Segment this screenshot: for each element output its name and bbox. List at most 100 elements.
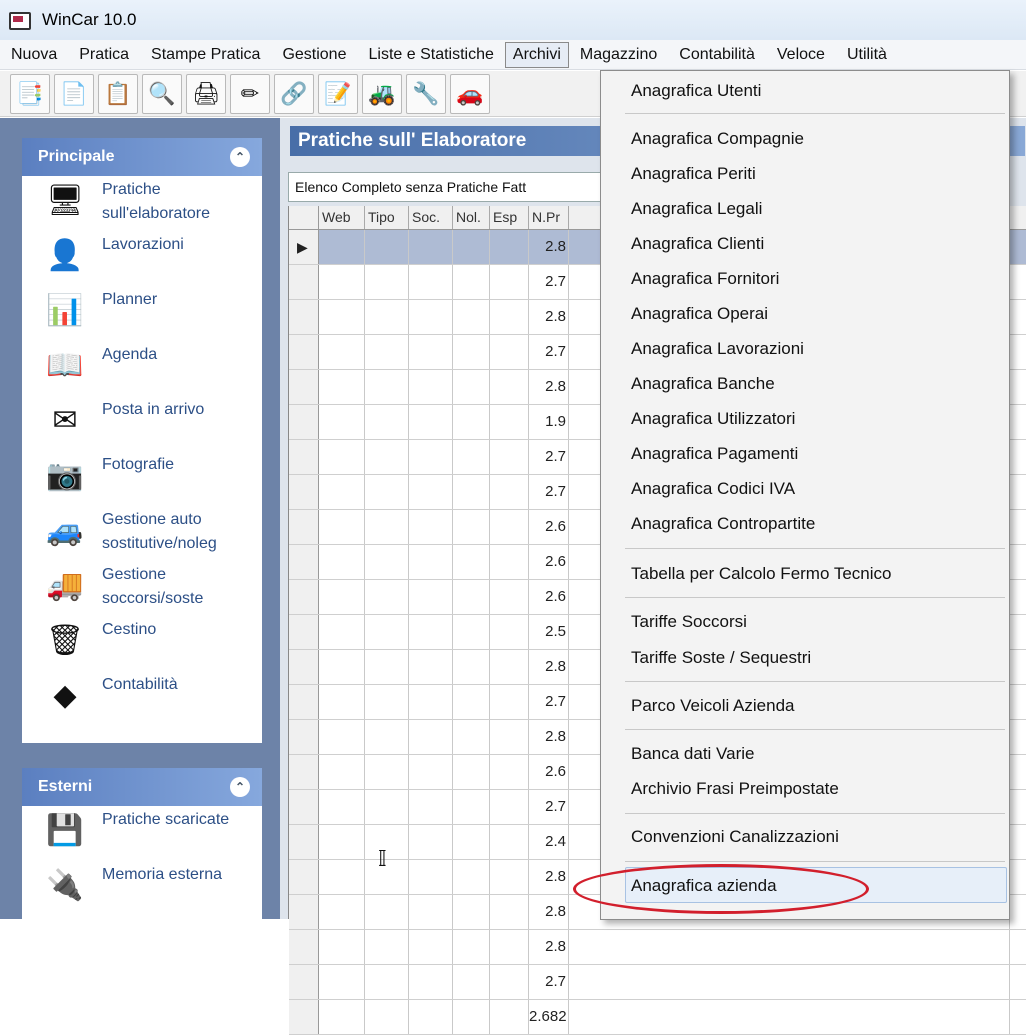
collapse-icon[interactable]: ⌃	[230, 147, 250, 167]
sidebar-item-label: Memoria esterna	[102, 866, 223, 883]
cell	[453, 685, 490, 719]
sidebar-item-contabilita[interactable]: ◆ Contabilità	[22, 671, 262, 726]
collapse-icon[interactable]: ⌃	[230, 777, 250, 797]
cell-npratica: 2.8	[529, 720, 569, 754]
cell-tail: /09/2012 ALFA ROMEO 15	[569, 1000, 1010, 1034]
table-row[interactable]: 2.82	[289, 930, 1026, 965]
panel-principale-header[interactable]: Principale ⌃	[22, 138, 262, 176]
panel-esterni-header[interactable]: Esterni ⌃	[22, 768, 262, 806]
sidebar-item-soccorsi[interactable]: 🚚 Gestione soccorsi/soste	[22, 561, 262, 616]
menu-nuova[interactable]: Nuova	[0, 40, 68, 70]
table-row[interactable]: 2.682/09/2012 ALFA ROMEO 15	[289, 1000, 1026, 1035]
sidebar-item-auto-sostitutive[interactable]: 🚙 Gestione auto sostitutive/noleg	[22, 506, 262, 561]
menu-veloce[interactable]: Veloce	[766, 40, 836, 70]
sidebar-item-posta[interactable]: ✉ Posta in arrivo	[22, 396, 262, 451]
menu-item-anagrafica-codici-iva[interactable]: Anagrafica Codici IVA	[631, 479, 795, 499]
sidebar-item-fotografie[interactable]: 📷 Fotografie	[22, 451, 262, 506]
sidebar-item-label: Posta in arrivo	[102, 401, 205, 418]
row-selector	[289, 510, 319, 544]
filter-select[interactable]: Elenco Completo senza Pratiche Fatt	[288, 172, 608, 202]
page-icon[interactable]: 📄	[54, 73, 94, 114]
menu-item-anagrafica-contropartite[interactable]: Anagrafica Contropartite	[631, 514, 815, 534]
cell	[319, 335, 365, 369]
cell	[453, 965, 490, 999]
edit-icon[interactable]: 📝	[318, 73, 358, 114]
usb-icon: 🔌	[46, 868, 84, 902]
menu-item-tariffe-soste[interactable]: Tariffe Soste / Sequestri	[631, 648, 811, 668]
column-header[interactable]: Web	[319, 206, 365, 229]
menu-item-anagrafica-compagnie[interactable]: Anagrafica Compagnie	[631, 129, 804, 149]
row-selector	[289, 825, 319, 859]
menu-contabilita[interactable]: Contabilità	[668, 40, 766, 70]
menu-gestione[interactable]: Gestione	[271, 40, 357, 70]
menu-stampe-pratica[interactable]: Stampe Pratica	[140, 40, 271, 70]
menu-item-parco-veicoli[interactable]: Parco Veicoli Azienda	[631, 696, 795, 716]
cell	[490, 965, 529, 999]
cell	[319, 755, 365, 789]
column-header[interactable]: Nol.	[453, 206, 490, 229]
cell	[453, 405, 490, 439]
menu-item-banca-dati-varie[interactable]: Banca dati Varie	[631, 744, 754, 764]
cell	[319, 930, 365, 964]
menu-item-anagrafica-banche[interactable]: Anagrafica Banche	[631, 374, 775, 394]
menu-item-anagrafica-clienti[interactable]: Anagrafica Clienti	[631, 234, 764, 254]
printer-icon[interactable]: 🖨	[186, 73, 226, 114]
column-header[interactable]: N.Pr	[529, 206, 569, 229]
table-row[interactable]: 2.75	[289, 965, 1026, 1000]
menu-item-archivio-frasi[interactable]: Archivio Frasi Preimpostate	[631, 779, 839, 799]
column-header[interactable]: Soc.	[409, 206, 453, 229]
cell	[409, 370, 453, 404]
cell	[490, 825, 529, 859]
cell	[490, 685, 529, 719]
cell	[365, 895, 409, 929]
car-icon[interactable]: 🚗	[450, 73, 490, 114]
menu-item-anagrafica-pagamenti[interactable]: Anagrafica Pagamenti	[631, 444, 798, 464]
preview-icon[interactable]: 🔍	[142, 73, 182, 114]
cell	[365, 440, 409, 474]
menu-item-calcolo-fermo-tecnico[interactable]: Tabella per Calcolo Fermo Tecnico	[631, 564, 891, 584]
column-header[interactable]: Esp	[490, 206, 529, 229]
tow-icon[interactable]: 🚜	[362, 73, 402, 114]
copy-icon[interactable]: 📋	[98, 73, 138, 114]
sidebar-item-agenda[interactable]: 📖 Agenda	[22, 341, 262, 396]
sidebar-item-pratiche[interactable]: 🖥 Pratiche sull'elaboratore	[22, 176, 262, 231]
cell	[490, 300, 529, 334]
menu-item-anagrafica-lavorazioni[interactable]: Anagrafica Lavorazioni	[631, 339, 804, 359]
menu-item-convenzioni[interactable]: Convenzioni Canalizzazioni	[631, 827, 839, 847]
doc-icon[interactable]: 📑	[10, 73, 50, 114]
tow-truck-icon: 🚚	[46, 568, 84, 602]
column-header[interactable]: Tipo	[365, 206, 409, 229]
menu-item-anagrafica-operai[interactable]: Anagrafica Operai	[631, 304, 768, 324]
menu-item-anagrafica-legali[interactable]: Anagrafica Legali	[631, 199, 762, 219]
menu-item-anagrafica-utenti[interactable]: Anagrafica Utenti	[631, 81, 761, 101]
cell	[365, 370, 409, 404]
tree-icon[interactable]: 🔗	[274, 73, 314, 114]
menu-item-anagrafica-utilizzatori[interactable]: Anagrafica Utilizzatori	[631, 409, 795, 429]
cell	[409, 405, 453, 439]
cell	[453, 265, 490, 299]
title-bar: WinCar 10.0	[0, 0, 1026, 40]
menu-liste-statistiche[interactable]: Liste e Statistiche	[357, 40, 504, 70]
cell-npratica: 2.4	[529, 825, 569, 859]
wrench-icon[interactable]: 🔧	[406, 73, 446, 114]
menu-magazzino[interactable]: Magazzino	[569, 40, 668, 70]
sidebar-item-cestino[interactable]: 🗑 Cestino	[22, 616, 262, 671]
sidebar-item-planner[interactable]: 📊 Planner	[22, 286, 262, 341]
menu-item-anagrafica-periti[interactable]: Anagrafica Periti	[631, 164, 756, 184]
menu-item-anagrafica-fornitori[interactable]: Anagrafica Fornitori	[631, 269, 779, 289]
cell	[409, 300, 453, 334]
cell	[453, 650, 490, 684]
menu-pratica[interactable]: Pratica	[68, 40, 140, 70]
cell-npratica: 2.8	[529, 650, 569, 684]
sidebar-item-lavorazioni[interactable]: 👤 Lavorazioni	[22, 231, 262, 286]
cell	[409, 860, 453, 894]
sidebar-item-memoria-esterna[interactable]: 🔌 Memoria esterna	[22, 861, 262, 916]
pencil-icon[interactable]: ✏	[230, 73, 270, 114]
row-selector	[289, 300, 319, 334]
menu-item-tariffe-soccorsi[interactable]: Tariffe Soccorsi	[631, 612, 747, 632]
menu-archivi[interactable]: Archivi	[504, 41, 569, 68]
menu-utilita[interactable]: Utilità	[836, 40, 898, 70]
sidebar-item-pratiche-scaricate[interactable]: 💾 Pratiche scaricate	[22, 806, 262, 861]
cell-npratica: 2.8	[529, 370, 569, 404]
cell	[490, 860, 529, 894]
